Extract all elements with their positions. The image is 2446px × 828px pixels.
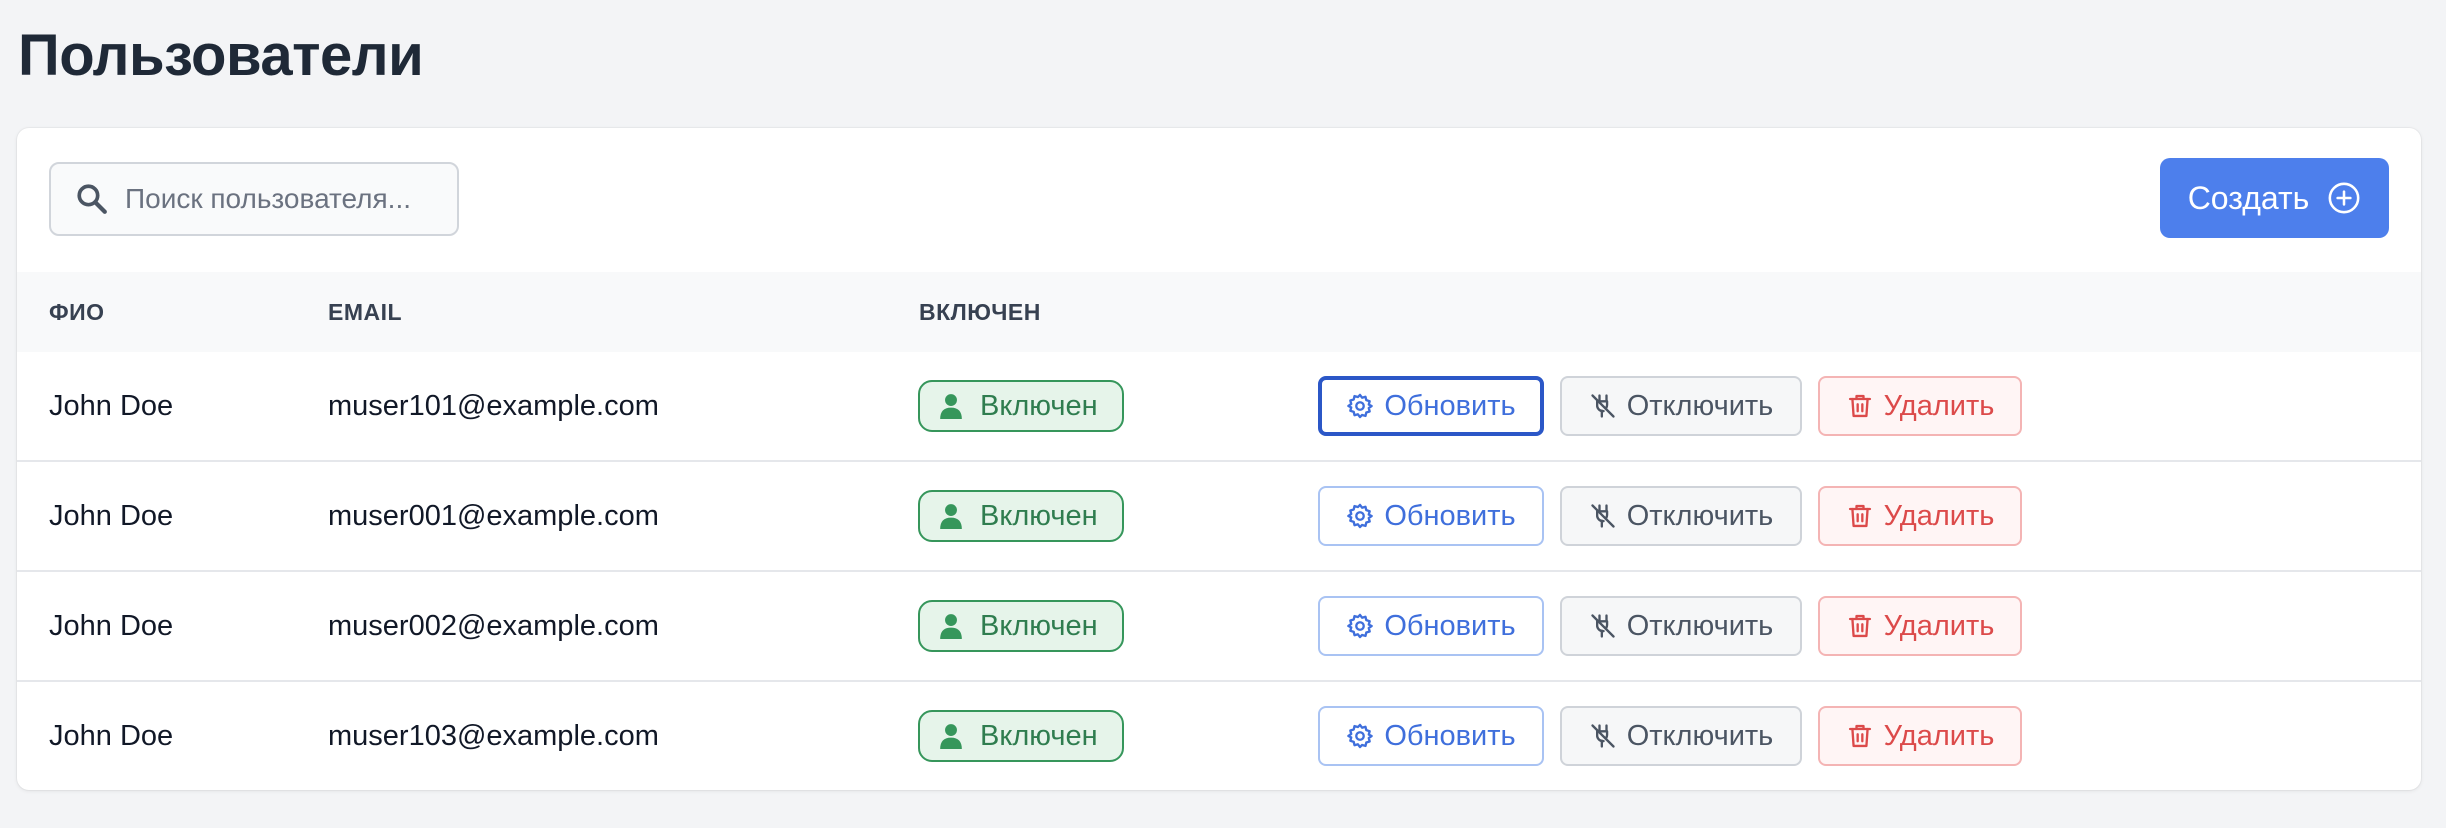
user-icon [940, 724, 962, 749]
status-badge-label: Включен [980, 499, 1098, 532]
user-icon [940, 504, 962, 529]
disable-button[interactable]: Отключить [1560, 376, 1802, 436]
gear-icon [1347, 723, 1374, 749]
plug-off-icon [1591, 614, 1615, 638]
user-icon [940, 614, 962, 639]
table-row: John Doe muser002@example.com Включен Об… [17, 572, 2421, 682]
delete-button[interactable]: Удалить [1818, 706, 2022, 766]
column-header-email: EMAIL [328, 299, 403, 325]
status-badge: Включен [918, 710, 1124, 762]
search-box[interactable] [49, 162, 459, 236]
disable-button-label: Отключить [1626, 499, 1774, 532]
column-header-enabled: ВКЛЮЧЕН [919, 299, 1041, 325]
disable-button-label: Отключить [1626, 389, 1774, 422]
table-row: John Doe muser101@example.com Включен Об… [17, 352, 2421, 462]
user-icon [940, 394, 962, 419]
delete-button-label: Удалить [1883, 499, 1995, 532]
user-email: muser002@example.com [328, 610, 659, 642]
trash-icon [1848, 614, 1871, 638]
delete-button[interactable]: Удалить [1818, 596, 2022, 656]
user-email: muser103@example.com [328, 720, 659, 752]
user-email: muser001@example.com [328, 500, 659, 532]
update-button-label: Обновить [1384, 719, 1516, 752]
update-button-label: Обновить [1384, 499, 1516, 532]
update-button[interactable]: Обновить [1318, 706, 1544, 766]
table-row: John Doe muser001@example.com Включен Об… [17, 462, 2421, 572]
plug-off-icon [1591, 724, 1615, 748]
delete-button-label: Удалить [1883, 719, 1995, 752]
delete-button[interactable]: Удалить [1818, 376, 2022, 436]
update-button[interactable]: Обновить [1318, 486, 1544, 546]
trash-icon [1848, 504, 1871, 528]
trash-icon [1848, 724, 1871, 748]
trash-icon [1848, 394, 1871, 418]
table-row: John Doe muser103@example.com Включен Об… [17, 682, 2421, 790]
search-icon [77, 184, 107, 214]
column-header-name: ФИО [49, 299, 105, 325]
search-input[interactable] [125, 183, 445, 215]
status-badge: Включен [918, 380, 1124, 432]
plug-off-icon [1591, 394, 1615, 418]
gear-icon [1347, 613, 1374, 639]
gear-icon [1347, 393, 1374, 419]
status-badge-label: Включен [980, 389, 1098, 422]
table-header: ФИО EMAIL ВКЛЮЧЕН [17, 272, 2421, 352]
disable-button-label: Отключить [1626, 719, 1774, 752]
disable-button[interactable]: Отключить [1560, 486, 1802, 546]
update-button[interactable]: Обновить [1318, 376, 1544, 436]
delete-button-label: Удалить [1883, 609, 1995, 642]
disable-button[interactable]: Отключить [1560, 596, 1802, 656]
delete-button[interactable]: Удалить [1818, 486, 2022, 546]
disable-button-label: Отключить [1626, 609, 1774, 642]
create-button[interactable]: Создать [2160, 158, 2389, 238]
create-button-label: Создать [2187, 179, 2310, 216]
status-badge-label: Включен [980, 609, 1098, 642]
user-name: John Doe [49, 500, 174, 532]
plug-off-icon [1591, 504, 1615, 528]
delete-button-label: Удалить [1883, 389, 1995, 422]
plus-circle-icon [2328, 182, 2360, 214]
status-badge: Включен [918, 600, 1124, 652]
user-name: John Doe [49, 390, 174, 422]
status-badge: Включен [918, 490, 1124, 542]
user-email: muser101@example.com [328, 390, 659, 422]
user-name: John Doe [49, 610, 174, 642]
disable-button[interactable]: Отключить [1560, 706, 1802, 766]
update-button-label: Обновить [1384, 389, 1516, 422]
update-button[interactable]: Обновить [1318, 596, 1544, 656]
user-name: John Doe [49, 720, 174, 752]
users-card: Создать ФИО EMAIL ВКЛЮЧЕН John Doe muser… [17, 128, 2421, 790]
gear-icon [1347, 503, 1374, 529]
update-button-label: Обновить [1384, 609, 1516, 642]
status-badge-label: Включен [980, 719, 1098, 752]
page-title: Пользователи [18, 23, 424, 88]
